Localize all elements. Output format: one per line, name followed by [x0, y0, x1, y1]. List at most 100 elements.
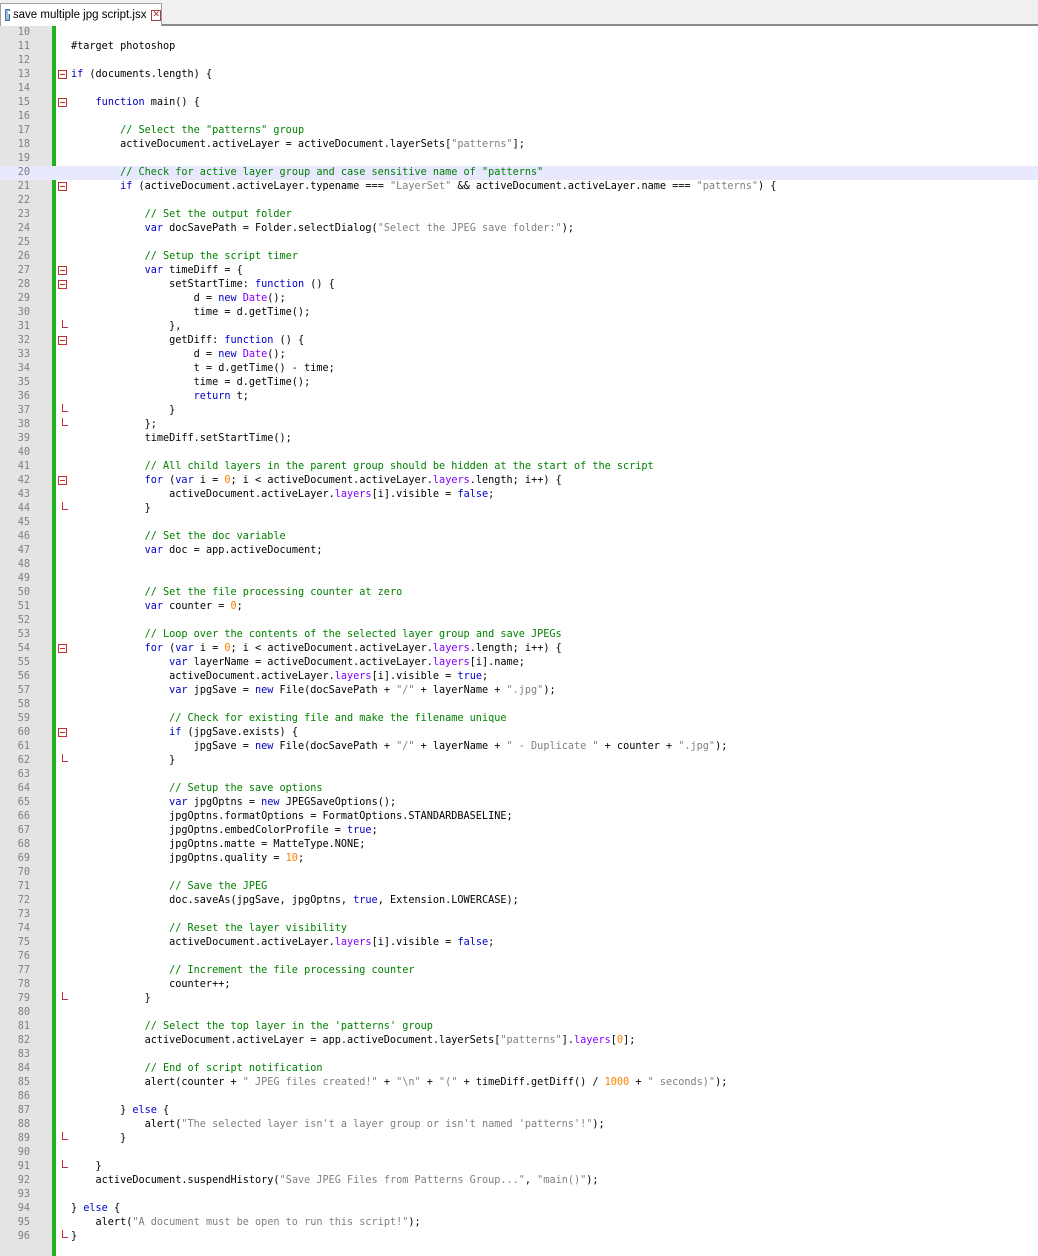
code-line[interactable]: 92 activeDocument.suspendHistory("Save J…	[0, 1174, 1038, 1188]
code-line[interactable]: 84 // End of script notification	[0, 1062, 1038, 1076]
code-line[interactable]: 39 timeDiff.setStartTime();	[0, 432, 1038, 446]
code-line[interactable]: 80	[0, 1006, 1038, 1020]
code-line[interactable]: 40	[0, 446, 1038, 460]
code-line[interactable]: 23 // Set the output folder	[0, 208, 1038, 222]
code-line[interactable]: 31 },	[0, 320, 1038, 334]
code-line[interactable]: 59 // Check for existing file and make t…	[0, 712, 1038, 726]
code-line[interactable]: 66 jpgOptns.formatOptions = FormatOption…	[0, 810, 1038, 824]
code-line[interactable]: 85 alert(counter + " JPEG files created!…	[0, 1076, 1038, 1090]
fold-toggle-icon[interactable]	[58, 728, 67, 737]
code-line[interactable]: 13 if (documents.length) {	[0, 68, 1038, 82]
code-line[interactable]: 54 for (var i = 0; i < activeDocument.ac…	[0, 642, 1038, 656]
code-line[interactable]: 51 var counter = 0;	[0, 600, 1038, 614]
code-line[interactable]: 14	[0, 82, 1038, 96]
code-line[interactable]: 21 if (activeDocument.activeLayer.typena…	[0, 180, 1038, 194]
code-line[interactable]: 48	[0, 558, 1038, 572]
code-line[interactable]: 82 activeDocument.activeLayer = app.acti…	[0, 1034, 1038, 1048]
code-line[interactable]: 71 // Save the JPEG	[0, 880, 1038, 894]
code-line[interactable]: 11 #target photoshop	[0, 40, 1038, 54]
code-line[interactable]: 55 var layerName = activeDocument.active…	[0, 656, 1038, 670]
code-line[interactable]: 57 var jpgSave = new File(docSavePath + …	[0, 684, 1038, 698]
code-line[interactable]: 52	[0, 614, 1038, 628]
code-line[interactable]: 47 var doc = app.activeDocument;	[0, 544, 1038, 558]
code-line[interactable]: 89 }	[0, 1132, 1038, 1146]
code-line[interactable]: 30 time = d.getTime();	[0, 306, 1038, 320]
code-line[interactable]: 49	[0, 572, 1038, 586]
code-line[interactable]: 46 // Set the doc variable	[0, 530, 1038, 544]
code-line[interactable]: 28 setStartTime: function () {	[0, 278, 1038, 292]
fold-toggle-icon[interactable]	[58, 280, 67, 289]
code-line[interactable]: 45	[0, 516, 1038, 530]
code-line[interactable]: 20 // Check for active layer group and c…	[0, 166, 1038, 180]
code-line[interactable]: 19	[0, 152, 1038, 166]
code-line[interactable]: 96}	[0, 1230, 1038, 1244]
code-line[interactable]: 36 return t;	[0, 390, 1038, 404]
code-line[interactable]: 94} else {	[0, 1202, 1038, 1216]
code-line[interactable]: 44 }	[0, 502, 1038, 516]
code-line[interactable]: 61 jpgSave = new File(docSavePath + "/" …	[0, 740, 1038, 754]
code-line[interactable]: 62 }	[0, 754, 1038, 768]
close-tab-icon[interactable]: ✕	[151, 9, 161, 21]
fold-toggle-icon[interactable]	[58, 70, 67, 79]
code-line[interactable]: 88 alert("The selected layer isn't a lay…	[0, 1118, 1038, 1132]
fold-toggle-icon[interactable]	[58, 476, 67, 485]
fold-toggle-icon[interactable]	[58, 644, 67, 653]
code-line[interactable]: 16	[0, 110, 1038, 124]
line-number: 28	[17, 279, 30, 290]
code-line[interactable]: 53 // Loop over the contents of the sele…	[0, 628, 1038, 642]
code-line[interactable]: 22	[0, 194, 1038, 208]
code-line[interactable]: 86	[0, 1090, 1038, 1104]
code-line[interactable]: 15 function main() {	[0, 96, 1038, 110]
code-line[interactable]: 65 var jpgOptns = new JPEGSaveOptions();	[0, 796, 1038, 810]
code-line[interactable]: 72 doc.saveAs(jpgSave, jpgOptns, true, E…	[0, 894, 1038, 908]
code-line[interactable]: 24 var docSavePath = Folder.selectDialog…	[0, 222, 1038, 236]
code-line[interactable]: 27 var timeDiff = {	[0, 264, 1038, 278]
code-line[interactable]: 56 activeDocument.activeLayer.layers[i].…	[0, 670, 1038, 684]
code-line[interactable]: 42 for (var i = 0; i < activeDocument.ac…	[0, 474, 1038, 488]
code-line[interactable]: 10	[0, 26, 1038, 40]
fold-toggle-icon[interactable]	[58, 266, 67, 275]
code-line[interactable]: 41 // All child layers in the parent gro…	[0, 460, 1038, 474]
code-line[interactable]: 77 // Increment the file processing coun…	[0, 964, 1038, 978]
code-line[interactable]: 81 // Select the top layer in the 'patte…	[0, 1020, 1038, 1034]
code-line[interactable]: 67 jpgOptns.embedColorProfile = true;	[0, 824, 1038, 838]
code-line[interactable]: 69 jpgOptns.quality = 10;	[0, 852, 1038, 866]
code-line[interactable]: 60 if (jpgSave.exists) {	[0, 726, 1038, 740]
fold-toggle-icon[interactable]	[58, 182, 67, 191]
code-line[interactable]: 76	[0, 950, 1038, 964]
code-line[interactable]: 50 // Set the file processing counter at…	[0, 586, 1038, 600]
code-line[interactable]: 70	[0, 866, 1038, 880]
code-line[interactable]: 17 // Select the "patterns" group	[0, 124, 1038, 138]
code-line[interactable]: 68 jpgOptns.matte = MatteType.NONE;	[0, 838, 1038, 852]
code-line[interactable]: 75 activeDocument.activeLayer.layers[i].…	[0, 936, 1038, 950]
code-line[interactable]: 25	[0, 236, 1038, 250]
code-line[interactable]: 37 }	[0, 404, 1038, 418]
code-line[interactable]: 34 t = d.getTime() - time;	[0, 362, 1038, 376]
code-line[interactable]: 32 getDiff: function () {	[0, 334, 1038, 348]
code-line[interactable]: 29 d = new Date();	[0, 292, 1038, 306]
tab-save-multiple-jpg-script[interactable]: save multiple jpg script.jsx ✕	[0, 3, 162, 26]
fold-toggle-icon[interactable]	[58, 336, 67, 345]
code-line[interactable]: 90	[0, 1146, 1038, 1160]
code-line[interactable]: 35 time = d.getTime();	[0, 376, 1038, 390]
code-line[interactable]: 18 activeDocument.activeLayer = activeDo…	[0, 138, 1038, 152]
code-line[interactable]: 79 }	[0, 992, 1038, 1006]
code-editor[interactable]: 10 11 #target photoshop 12 13 if (documents.l…	[0, 26, 1038, 1256]
code-line[interactable]: 95 alert("A document must be open to run…	[0, 1216, 1038, 1230]
code-line[interactable]: 12	[0, 54, 1038, 68]
code-line[interactable]: 73	[0, 908, 1038, 922]
code-line[interactable]: 33 d = new Date();	[0, 348, 1038, 362]
code-line[interactable]: 83	[0, 1048, 1038, 1062]
code-line[interactable]: 74 // Reset the layer visibility	[0, 922, 1038, 936]
code-line[interactable]: 93	[0, 1188, 1038, 1202]
code-line[interactable]: 26 // Setup the script timer	[0, 250, 1038, 264]
code-line[interactable]: 64 // Setup the save options	[0, 782, 1038, 796]
code-line[interactable]: 78 counter++;	[0, 978, 1038, 992]
code-line[interactable]: 58	[0, 698, 1038, 712]
code-line[interactable]: 63	[0, 768, 1038, 782]
code-line[interactable]: 43 activeDocument.activeLayer.layers[i].…	[0, 488, 1038, 502]
code-line[interactable]: 38 };	[0, 418, 1038, 432]
code-line[interactable]: 87 } else {	[0, 1104, 1038, 1118]
fold-toggle-icon[interactable]	[58, 98, 67, 107]
code-line[interactable]: 91 }	[0, 1160, 1038, 1174]
